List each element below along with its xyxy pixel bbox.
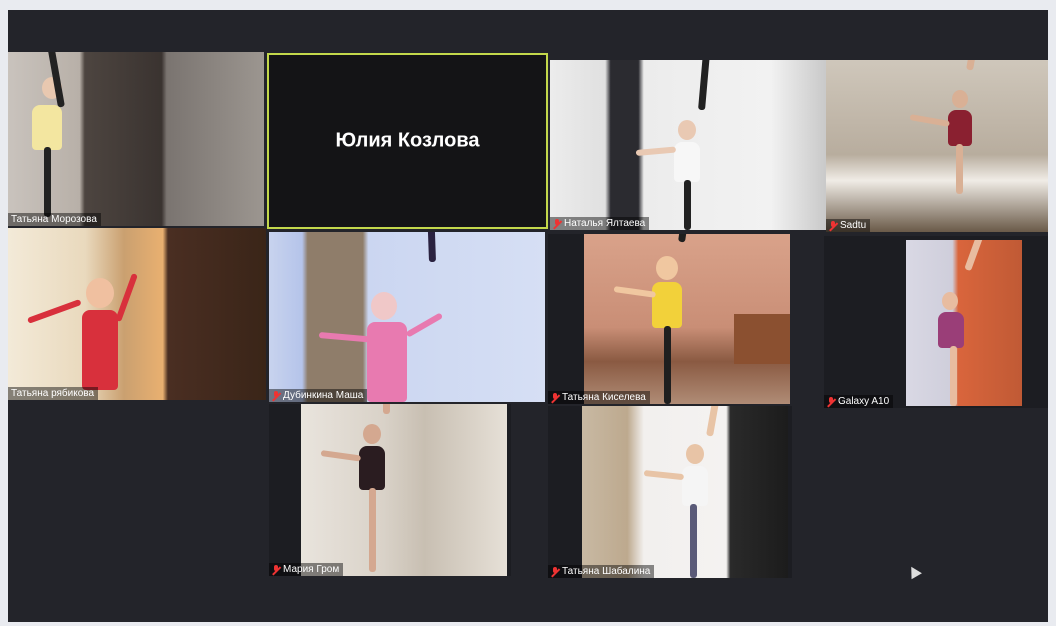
microphone-muted-icon bbox=[553, 218, 561, 229]
participant-name-label: Мария Гром bbox=[269, 563, 344, 576]
participant-video bbox=[8, 52, 264, 226]
participant-name-label: Татьяна Морозова bbox=[8, 213, 101, 226]
video-tile-mariya-grom[interactable]: Мария Гром bbox=[269, 404, 511, 576]
participant-name-label: Наталья Ялтаева bbox=[550, 217, 650, 230]
microphone-muted-icon bbox=[829, 220, 837, 231]
video-tile-tatyana-shabalina[interactable]: Татьяна Шабалина bbox=[548, 406, 792, 578]
video-tile-sadtu[interactable]: Sadtu bbox=[826, 60, 1048, 232]
participant-video bbox=[906, 240, 1022, 406]
video-tile-galaxy-a10[interactable]: Galaxy A10 bbox=[824, 236, 1048, 408]
person-figure bbox=[320, 404, 421, 574]
participant-name-label: Sadtu bbox=[826, 219, 871, 232]
microphone-muted-icon bbox=[551, 392, 559, 403]
participant-name-label: Татьяна Шабалина bbox=[548, 565, 655, 578]
participant-name-big: Юлия Козлова bbox=[335, 129, 480, 152]
person-figure bbox=[613, 234, 724, 404]
video-tile-tatyana-ryabikova[interactable]: Татьяна рябикова bbox=[8, 228, 266, 400]
person-figure bbox=[909, 60, 996, 200]
dresser bbox=[734, 314, 790, 364]
video-tile-tatyana-kiseleva[interactable]: Татьяна Киселева bbox=[548, 234, 790, 404]
person-figure bbox=[924, 240, 994, 406]
microphone-muted-icon bbox=[551, 566, 559, 577]
video-tile-dubinkina-masha[interactable]: Дубинкина Маша bbox=[269, 232, 545, 402]
participant-video bbox=[301, 404, 507, 576]
participant-name-label: Татьяна Киселева bbox=[548, 391, 650, 404]
person-figure bbox=[642, 406, 742, 578]
zoom-gallery-view: Татьяна Морозова Юлия Козлова Наталья Ял… bbox=[8, 10, 1048, 622]
participant-name-label: Дубинкина Маша bbox=[269, 389, 368, 402]
participant-video bbox=[582, 406, 788, 578]
participant-video bbox=[826, 60, 1048, 232]
video-tile-tatyana-morozova[interactable]: Татьяна Морозова bbox=[8, 52, 264, 226]
video-tile-yulia-kozlova[interactable]: Юлия Козлова bbox=[267, 53, 548, 229]
microphone-muted-icon bbox=[827, 396, 835, 407]
participant-name-label: Galaxy A10 bbox=[824, 395, 894, 408]
person-figure bbox=[18, 52, 88, 217]
participant-video bbox=[269, 232, 545, 402]
mouse-cursor-icon bbox=[906, 563, 922, 580]
microphone-muted-icon bbox=[272, 390, 280, 401]
participant-video bbox=[584, 234, 790, 404]
participant-video bbox=[8, 228, 266, 400]
participant-name-label: Татьяна рябикова bbox=[8, 387, 99, 400]
person-figure bbox=[309, 232, 469, 402]
microphone-muted-icon bbox=[272, 564, 280, 575]
person-figure bbox=[26, 258, 168, 400]
video-tile-natalya-yaltaeva[interactable]: Наталья Ялтаева bbox=[550, 60, 826, 230]
participant-video bbox=[550, 60, 826, 230]
person-figure bbox=[630, 60, 740, 230]
